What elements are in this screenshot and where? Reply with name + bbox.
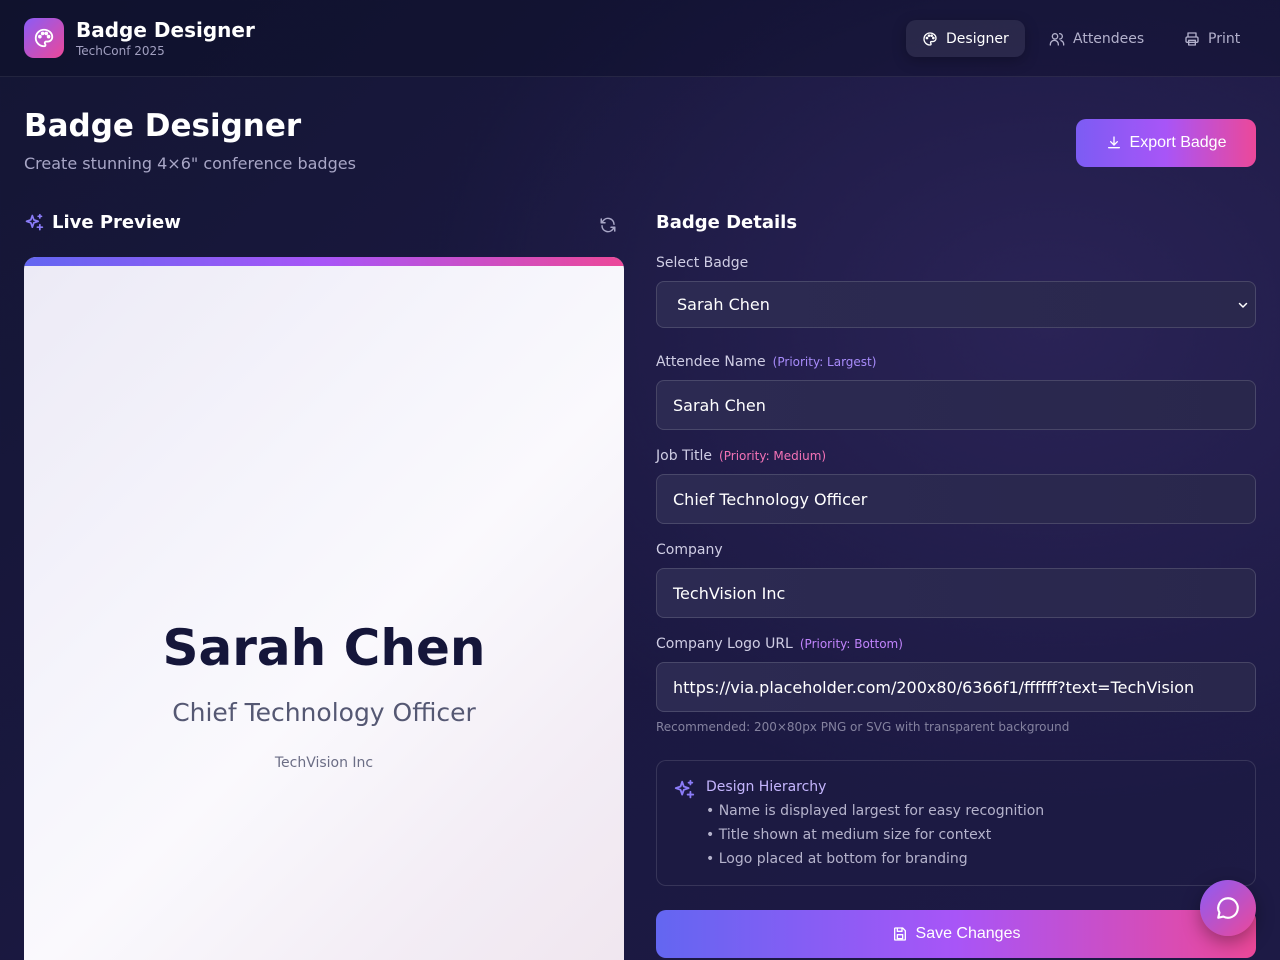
badge-name: Sarah Chen <box>162 619 486 677</box>
select-badge-value: Sarah Chen <box>677 295 770 314</box>
select-badge-label: Select Badge <box>656 255 748 271</box>
save-icon <box>893 927 906 941</box>
hierarchy-item: • Name is displayed largest for easy rec… <box>706 803 1045 819</box>
badge-accent-stripe <box>24 257 624 266</box>
export-badge-label: Export Badge <box>1129 134 1227 151</box>
save-changes-label: Save Changes <box>915 925 1021 942</box>
preview-title: Live Preview <box>52 212 181 233</box>
design-hierarchy-title: Design Hierarchy <box>706 779 827 795</box>
palette-icon <box>923 31 937 46</box>
nav-designer-label: Designer <box>946 30 1009 47</box>
nav-attendees-label: Attendees <box>1073 30 1145 47</box>
sparkles-icon <box>674 779 695 799</box>
company-label: Company <box>656 542 723 558</box>
refresh-icon <box>600 217 616 233</box>
chat-bubble-icon <box>1217 897 1239 919</box>
attendee-name-label-text: Attendee Name <box>656 354 766 370</box>
company-logo-url-label: Company Logo URL (Priority: Bottom) <box>656 636 903 652</box>
export-badge-button[interactable]: Export Badge <box>1076 119 1256 167</box>
select-badge-dropdown[interactable]: Sarah Chen <box>656 281 1256 328</box>
nav-print[interactable]: Print <box>1168 20 1256 57</box>
company-label-text: Company <box>656 542 723 558</box>
badge-company: TechVision Inc <box>274 755 374 771</box>
nav-attendees[interactable]: Attendees <box>1033 20 1160 57</box>
job-title-input[interactable]: Chief Technology Officer <box>656 474 1256 524</box>
company-input[interactable]: TechVision Inc <box>656 568 1256 618</box>
top-bar: Badge Designer TechConf 2025 Designer At… <box>0 0 1280 77</box>
hierarchy-item: • Title shown at medium size for context <box>706 827 992 843</box>
badge-preview: Sarah Chen Chief Technology Officer Tech… <box>24 257 624 960</box>
job-title-label-text: Job Title <box>656 448 713 464</box>
job-priority-tag: (Priority: Medium) <box>719 449 827 463</box>
app-subtitle: TechConf 2025 <box>76 44 165 58</box>
preview-header: Live Preview <box>24 212 181 233</box>
company-logo-url-label-text: Company Logo URL <box>656 636 793 652</box>
sparkles-icon <box>25 213 44 230</box>
chevron-down-icon <box>1238 302 1248 308</box>
app-title: Badge Designer <box>76 18 255 42</box>
attendee-name-input[interactable]: Sarah Chen <box>656 380 1256 430</box>
form-title: Badge Details <box>656 212 798 233</box>
refresh-preview-button[interactable] <box>598 215 618 235</box>
hierarchy-item: • Logo placed at bottom for branding <box>706 851 968 867</box>
design-hierarchy-panel: Design Hierarchy • Name is displayed lar… <box>656 760 1256 886</box>
download-icon <box>1107 136 1120 149</box>
badge-job-title: Chief Technology Officer <box>172 698 476 727</box>
attendee-name-label: Attendee Name (Priority: Largest) <box>656 354 876 370</box>
page-subtitle: Create stunning 4×6" conference badges <box>24 154 356 173</box>
company-logo-url-input[interactable]: https://via.placeholder.com/200x80/6366f… <box>656 662 1256 712</box>
name-priority-tag: (Priority: Largest) <box>772 355 877 369</box>
logo-hint: Recommended: 200×80px PNG or SVG with tr… <box>656 720 1070 734</box>
job-title-label: Job Title (Priority: Medium) <box>656 448 826 464</box>
chat-button[interactable] <box>1200 880 1256 936</box>
nav-designer[interactable]: Designer <box>906 20 1025 57</box>
palette-icon <box>24 18 64 58</box>
printer-icon <box>1185 31 1199 46</box>
page-title: Badge Designer <box>24 108 302 144</box>
save-changes-button[interactable]: Save Changes <box>656 910 1256 958</box>
logo-priority-tag: (Priority: Bottom) <box>799 637 903 651</box>
select-badge-label-text: Select Badge <box>656 255 749 271</box>
nav-print-label: Print <box>1208 30 1241 47</box>
users-icon <box>1049 32 1065 46</box>
